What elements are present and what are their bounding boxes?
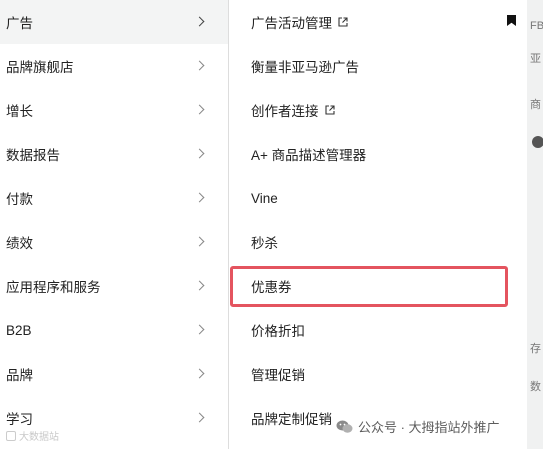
submenu-item-label: 价格折扣 <box>251 324 305 339</box>
background-text: 亚 <box>530 53 541 65</box>
submenu-item-creator-connections[interactable]: 创作者连接 <box>251 88 335 132</box>
submenu-item-label: Vine <box>251 190 278 206</box>
submenu-item-manage-promotions[interactable]: 管理促销 <box>251 352 305 396</box>
background-text: FB <box>530 20 543 32</box>
nav-item-brand-store[interactable]: 品牌旗舰店 <box>0 44 228 88</box>
submenu-item-lightning-deals[interactable]: 秒杀 <box>251 220 278 264</box>
nav-item-label: 数据报告 <box>6 148 60 163</box>
nav-item-growth[interactable]: 增长 <box>0 88 228 132</box>
nav-item-label: 广告 <box>6 16 33 31</box>
nav-item-performance[interactable]: 绩效 <box>0 220 228 264</box>
nav-item-label: 付款 <box>6 192 33 207</box>
nav-item-reports[interactable]: 数据报告 <box>0 132 228 176</box>
watermark-left: 大数据站 <box>6 428 59 443</box>
chevron-right-icon <box>194 148 205 159</box>
background-text: 数 <box>530 381 541 393</box>
nav-item-label: 品牌旗舰店 <box>6 60 74 75</box>
submenu-item-label: A+ 商品描述管理器 <box>251 148 367 163</box>
chevron-right-icon <box>194 16 205 27</box>
chevron-right-icon <box>194 60 205 71</box>
submenu-item-label: 品牌定制促销 <box>251 412 332 427</box>
submenu-item-aplus-content-manager[interactable]: A+ 商品描述管理器 <box>251 132 366 176</box>
chevron-right-icon <box>194 236 205 247</box>
submenu-item-vine[interactable]: Vine <box>251 176 278 220</box>
nav-item-b2b[interactable]: B2B <box>0 308 228 352</box>
nav-item-payments[interactable]: 付款 <box>0 176 228 220</box>
submenu-item-label: 秒杀 <box>251 236 278 251</box>
nav-item-apps-services[interactable]: 应用程序和服务 <box>0 264 228 308</box>
chevron-right-icon <box>194 104 205 115</box>
nav-item-label: 增长 <box>6 104 33 119</box>
nav-item-label: 品牌 <box>6 368 33 383</box>
submenu-item-label: 广告活动管理 <box>251 16 332 31</box>
submenu-item-label: 管理促销 <box>251 368 305 383</box>
submenu-item-label: 衡量非亚马逊广告 <box>251 60 359 75</box>
nav-item-ads[interactable]: 广告 <box>0 0 228 44</box>
chevron-right-icon <box>194 280 205 291</box>
nav-item-label: 绩效 <box>6 236 33 251</box>
coupon-highlight-box <box>230 266 508 307</box>
ads-submenu: 广告活动管理 衡量非亚马逊广告 创作者连接 A+ 商品描述管理器 Vine 秒杀… <box>228 0 527 449</box>
background-text: 商 <box>530 99 541 111</box>
submenu-item-measure-non-amazon-ads[interactable]: 衡量非亚马逊广告 <box>251 44 359 88</box>
chevron-right-icon <box>194 368 205 379</box>
bookmark-icon[interactable] <box>507 15 516 26</box>
submenu-item-brand-tailored-promotions[interactable]: 品牌定制促销 <box>251 396 332 440</box>
background-text: 存 <box>530 343 541 355</box>
watermark-right-text: 公众号 · 大拇指站外推广 <box>358 420 500 435</box>
main-nav-menu: 广告 品牌旗舰店 增长 数据报告 付款 绩效 应用程序和服务 B2B 品牌 学习… <box>0 0 228 449</box>
globe-icon <box>532 136 543 148</box>
chevron-right-icon <box>194 192 205 203</box>
watermark-left-text: 大数据站 <box>19 432 59 443</box>
nav-item-label: B2B <box>6 322 32 338</box>
chevron-right-icon <box>194 324 205 335</box>
submenu-item-price-discounts[interactable]: 价格折扣 <box>251 308 305 352</box>
background-page: FB 亚 商 存 数 <box>527 0 543 449</box>
watermark-logo-icon <box>6 430 16 441</box>
nav-item-brand[interactable]: 品牌 <box>0 352 228 396</box>
watermark-right: 公众号 · 大拇指站外推广 <box>334 416 502 437</box>
nav-item-label: 学习 <box>6 412 33 427</box>
nav-item-label: 应用程序和服务 <box>6 280 101 295</box>
chevron-right-icon <box>194 412 205 423</box>
submenu-item-label: 创作者连接 <box>251 104 319 119</box>
external-link-icon <box>324 105 335 115</box>
external-link-icon <box>338 17 348 27</box>
submenu-item-campaign-manager[interactable]: 广告活动管理 <box>251 0 348 44</box>
wechat-icon <box>336 420 353 433</box>
